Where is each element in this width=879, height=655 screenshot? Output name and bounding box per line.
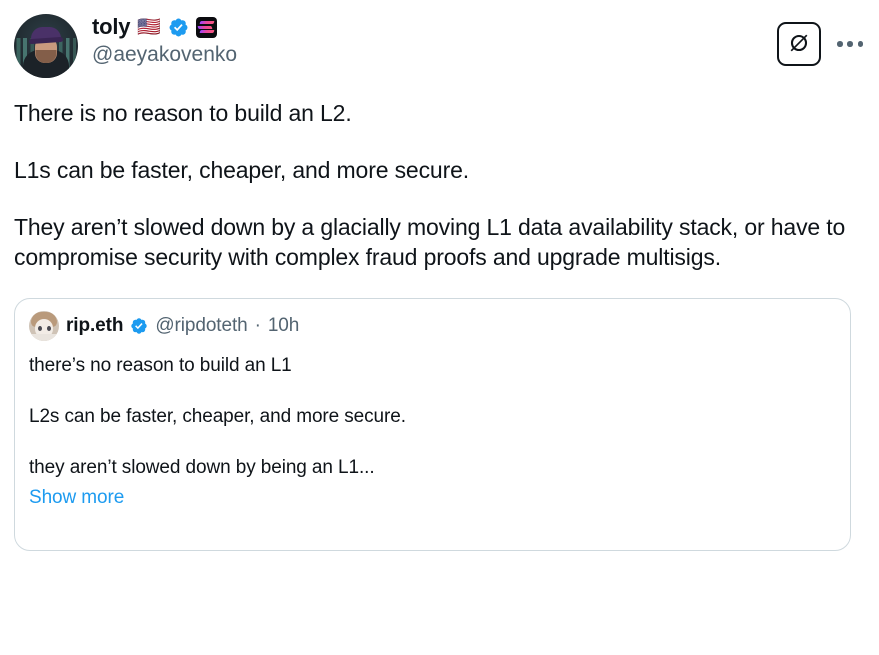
tweet-container: toly 🇺🇸 @aeyakovenko There is no reason … (0, 0, 879, 655)
avatar-collar (29, 334, 59, 342)
grok-icon-button[interactable] (777, 22, 821, 66)
quoted-paragraph: L2s can be faster, cheaper, and more sec… (29, 406, 406, 428)
quoted-author-display-name[interactable]: rip.eth (66, 315, 123, 337)
tweet-paragraph: L1s can be faster, cheaper, and more sec… (14, 156, 469, 183)
dot-icon (847, 41, 853, 47)
tweet-header: toly 🇺🇸 @aeyakovenko (14, 14, 865, 82)
verified-badge-icon[interactable] (168, 17, 189, 38)
author-display-name[interactable]: toly (92, 16, 131, 38)
header-actions (777, 14, 865, 66)
tweet-paragraph: They aren’t slowed down by a glacially m… (14, 213, 846, 271)
quoted-tweet-text: there’s no reason to build an L1 L2s can… (29, 353, 836, 510)
more-options-button[interactable] (835, 32, 865, 56)
author-name-row: toly 🇺🇸 (92, 16, 777, 38)
quoted-timestamp: 10h (267, 315, 300, 337)
quoted-paragraph: they aren’t slowed down by being an L1..… (29, 456, 375, 478)
us-flag-icon: 🇺🇸 (137, 16, 161, 38)
dot-icon (857, 41, 863, 47)
dot-icon (837, 41, 843, 47)
quoted-paragraph: there’s no reason to build an L1 (29, 355, 292, 377)
solana-affiliate-badge-icon[interactable] (195, 16, 217, 38)
quoted-separator: · (254, 315, 261, 337)
grok-icon (787, 31, 811, 58)
quoted-author-avatar[interactable] (29, 311, 59, 342)
author-handle[interactable]: @aeyakovenko (92, 43, 777, 66)
avatar (14, 14, 78, 78)
author-info: toly 🇺🇸 @aeyakovenko (92, 14, 777, 67)
quoted-author-handle: @ripdoteth (155, 315, 248, 337)
quoted-tweet-card[interactable]: rip.eth @ripdoteth · 10h there’s no reas… (14, 298, 851, 552)
tweet-paragraph: There is no reason to build an L2. (14, 100, 352, 126)
author-avatar-link[interactable] (14, 14, 78, 78)
verified-badge-icon[interactable] (130, 317, 148, 335)
tweet-text: There is no reason to build an L2. L1s c… (14, 98, 865, 273)
show-more-link[interactable]: Show more (29, 485, 124, 511)
quoted-tweet-header: rip.eth @ripdoteth · 10h (29, 311, 836, 342)
